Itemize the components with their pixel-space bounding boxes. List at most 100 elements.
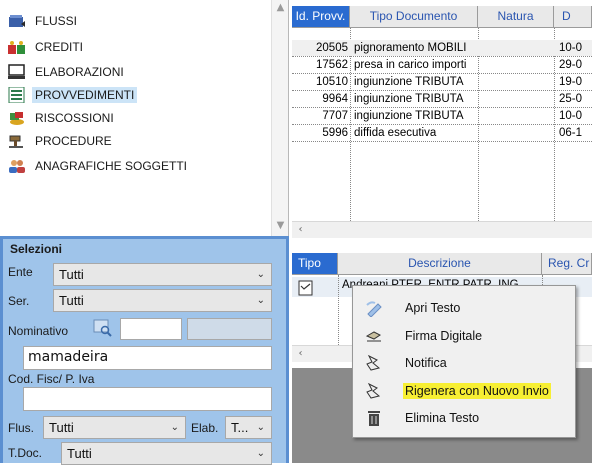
column-header-descrizione[interactable]: Descrizione bbox=[338, 253, 542, 275]
nominativo-field[interactable]: mamadeira bbox=[23, 346, 272, 370]
nav-item-label: PROCEDURE bbox=[35, 134, 112, 148]
navigation-panel: FLUSSI CREDITI ELABORAZIONI PROVVEDIMENT… bbox=[0, 0, 289, 236]
row-tipo: ingiunzione TRIBUTA bbox=[354, 110, 464, 122]
row-data: 25-0 bbox=[559, 93, 583, 105]
flus-label: Flus. bbox=[8, 421, 35, 435]
row-tipo: diffida esecutiva bbox=[354, 127, 437, 139]
row-data: 19-0 bbox=[559, 76, 583, 88]
menu-item-label: Notifica bbox=[405, 356, 447, 370]
context-menu: Apri Testo Firma Digitale Notifica Rigen… bbox=[352, 285, 576, 438]
nav-item-label: CREDITI bbox=[35, 40, 83, 54]
tdoc-value: Tutti bbox=[67, 446, 92, 461]
row-data: 06-1 bbox=[559, 127, 583, 139]
row-data: 29-0 bbox=[559, 59, 583, 71]
chevron-down-icon: ⌄ bbox=[170, 422, 179, 433]
row-tipo: presa in carico importi bbox=[354, 59, 467, 71]
regenerate-icon bbox=[365, 382, 383, 400]
column-header-id[interactable]: Id. Provv. bbox=[292, 6, 350, 28]
column-header-natura[interactable]: Natura bbox=[478, 6, 554, 28]
ser-label: Ser. bbox=[8, 294, 30, 308]
row-id: 7707 bbox=[322, 110, 348, 122]
flus-value: Tutti bbox=[49, 420, 74, 435]
digital-signature-icon bbox=[365, 327, 383, 345]
ser-select[interactable]: Tutti ⌄ bbox=[53, 289, 272, 312]
row-divider bbox=[292, 141, 592, 142]
menu-item-label: Firma Digitale bbox=[405, 329, 483, 343]
computer-icon bbox=[8, 64, 26, 80]
row-id: 5996 bbox=[322, 127, 348, 139]
nav-item-procedure[interactable]: PROCEDURE bbox=[8, 130, 268, 152]
chevron-down-icon: ⌄ bbox=[256, 448, 265, 459]
trash-icon bbox=[365, 409, 383, 427]
open-text-icon bbox=[365, 299, 383, 317]
nav-item-label: FLUSSI bbox=[35, 14, 78, 28]
flus-select[interactable]: Tutti ⌄ bbox=[43, 416, 186, 439]
selection-title: Selezioni bbox=[10, 242, 63, 256]
codfisc-label: Cod. Fisc/ P. Iva bbox=[8, 372, 95, 386]
nav-item-elaborazioni[interactable]: ELABORAZIONI bbox=[8, 61, 268, 83]
nav-item-anagrafiche-soggetti[interactable]: ANAGRAFICHE SOGGETTI bbox=[8, 155, 268, 177]
tdoc-select[interactable]: Tutti ⌄ bbox=[61, 442, 272, 465]
ser-value: Tutti bbox=[59, 293, 84, 308]
gavel-icon bbox=[8, 133, 26, 149]
nav-scrollbar[interactable]: ▲ ▼ bbox=[271, 0, 288, 236]
row-tipo: pignoramento MOBILI bbox=[354, 42, 467, 54]
menu-item-apri-testo[interactable]: Apri Testo bbox=[355, 296, 573, 320]
menu-item-label: Apri Testo bbox=[405, 301, 461, 315]
nav-item-riscossioni[interactable]: RISCOSSIONI bbox=[8, 107, 268, 129]
provvedimenti-grid: Id. Provv. Tipo Documento Natura D 20505… bbox=[292, 6, 592, 242]
nav-item-label: RISCOSSIONI bbox=[35, 111, 114, 125]
column-header-tipo-documento[interactable]: Tipo Documento bbox=[350, 6, 478, 28]
row-tipo: ingiunzione TRIBUTA bbox=[354, 93, 464, 105]
elab-select[interactable]: T... ⌄ bbox=[225, 416, 272, 439]
nav-item-label: ANAGRAFICHE SOGGETTI bbox=[35, 159, 188, 173]
money-bags-icon bbox=[8, 39, 26, 55]
ente-label: Ente bbox=[8, 265, 33, 279]
column-divider bbox=[338, 275, 339, 345]
menu-item-rigenera[interactable]: Rigenera con Nuovo Invio bbox=[355, 379, 573, 403]
row-id: 9964 bbox=[322, 93, 348, 105]
scroll-up-icon[interactable]: ▲ bbox=[272, 0, 289, 16]
nav-item-flussi[interactable]: FLUSSI bbox=[8, 10, 268, 32]
codfisc-field[interactable] bbox=[23, 387, 272, 411]
nominativo-extra-field bbox=[187, 318, 272, 340]
menu-item-notifica[interactable]: Notifica bbox=[355, 351, 573, 375]
document-icon bbox=[298, 280, 314, 296]
row-tipo: ingiunzione TRIBUTA bbox=[354, 76, 464, 88]
scroll-left-icon[interactable]: ‹ bbox=[292, 346, 309, 362]
selection-panel: Selezioni Ente Tutti ⌄ Ser. Tutti ⌄ Nomi… bbox=[0, 236, 289, 465]
menu-item-firma-digitale[interactable]: Firma Digitale bbox=[355, 324, 573, 348]
folder-stack-icon bbox=[8, 13, 26, 29]
chevron-down-icon: ⌄ bbox=[256, 295, 265, 306]
scroll-left-icon[interactable]: ‹ bbox=[292, 222, 309, 238]
document-form-icon bbox=[8, 86, 26, 104]
search-icon[interactable] bbox=[93, 319, 113, 337]
nominativo-label: Nominativo bbox=[8, 324, 69, 338]
nav-item-provvedimenti[interactable]: PROVVEDIMENTI bbox=[8, 84, 268, 106]
row-id: 17562 bbox=[316, 59, 348, 71]
users-icon bbox=[8, 158, 26, 174]
ente-value: Tutti bbox=[59, 267, 84, 282]
ente-select[interactable]: Tutti ⌄ bbox=[53, 263, 272, 286]
horizontal-scrollbar[interactable]: ‹ bbox=[292, 221, 592, 238]
elab-value: T... bbox=[231, 420, 249, 435]
chevron-down-icon: ⌄ bbox=[256, 269, 265, 280]
tdoc-label: T.Doc. bbox=[8, 446, 43, 460]
column-header-reg-cr[interactable]: Reg. Cr bbox=[542, 253, 592, 275]
nav-item-crediti[interactable]: CREDITI bbox=[8, 36, 268, 58]
nominativo-code-field[interactable] bbox=[120, 318, 182, 340]
scroll-down-icon[interactable]: ▼ bbox=[272, 218, 289, 234]
column-header-data[interactable]: D bbox=[554, 6, 592, 28]
row-data: 10-0 bbox=[559, 42, 583, 54]
column-header-tipo[interactable]: Tipo bbox=[292, 253, 338, 275]
row-id: 10510 bbox=[316, 76, 348, 88]
chevron-down-icon: ⌄ bbox=[256, 422, 265, 433]
row-id: 20505 bbox=[316, 42, 348, 54]
notify-icon bbox=[365, 354, 383, 372]
elab-label: Elab. bbox=[191, 421, 219, 435]
menu-item-elimina-testo[interactable]: Elimina Testo bbox=[355, 406, 573, 430]
row-data: 10-0 bbox=[559, 110, 583, 122]
coins-icon bbox=[8, 110, 26, 126]
menu-item-label: Elimina Testo bbox=[405, 411, 480, 425]
nav-item-label: PROVVEDIMENTI bbox=[32, 87, 138, 103]
